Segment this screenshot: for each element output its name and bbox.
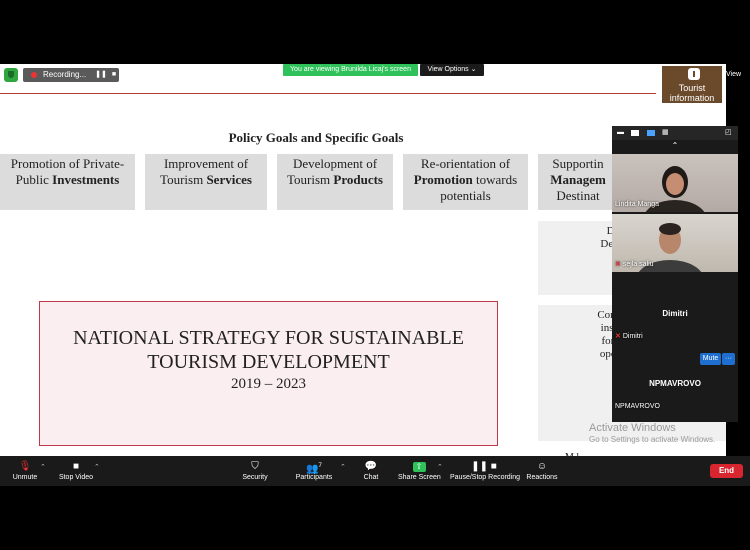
share-options-caret[interactable]: ⌃ [437, 463, 443, 471]
video-tile-dimitri[interactable]: Dimitri ✕ Dimitri [612, 286, 738, 344]
single-view-icon[interactable] [631, 130, 639, 136]
strip-view-icon[interactable] [647, 130, 655, 136]
smiley-icon: ☺ [536, 461, 548, 472]
mic-muted-icon: 🎙 [18, 461, 32, 472]
strategy-line2: TOURISM DEVELOPMENT [147, 351, 390, 373]
participant-avatar-name: Dimitri [662, 309, 688, 318]
participant-avatar-name: NPMAVROVO [649, 379, 701, 388]
video-tile-sejla[interactable]: ✕ sejla saliu [612, 214, 738, 272]
participants-count: 7 [318, 463, 322, 469]
strategy-years: 2019 – 2023 [231, 376, 306, 392]
participant-name: NPMAVROVO [615, 403, 660, 410]
goal-box-services: Improvement of Tourism Services [145, 154, 267, 210]
grid-view-icon[interactable]: ▦ [662, 129, 669, 137]
mute-participant-button[interactable]: Mute [700, 353, 721, 365]
collapse-up-icon[interactable]: ⌃ [612, 140, 738, 152]
security-button[interactable]: ⛉ Security [238, 456, 272, 486]
participant-name: Lindita Manga [615, 201, 659, 208]
muted-mic-icon: ✕ [615, 261, 621, 268]
participants-icon: 👥 [306, 463, 319, 475]
expand-panel-icon[interactable]: ◰ [725, 129, 732, 137]
goal-box-products: Development of Tourism Products [277, 154, 393, 210]
reactions-button[interactable]: ☺ Reactions [526, 456, 558, 486]
logo-line1: Tourist [678, 83, 706, 93]
recording-label: Recording... [43, 70, 87, 79]
pause-stop-icon: ❚❚ ■ [471, 461, 497, 472]
video-tile-lindita[interactable]: Lindita Manga [612, 154, 738, 212]
share-screen-button[interactable]: ⇧ Share Screen [398, 456, 441, 486]
stop-recording-icon[interactable]: ■ [109, 68, 119, 82]
slide-header-rule [0, 93, 656, 94]
logo-line2: information [669, 93, 715, 103]
muted-mic-icon: ✕ [615, 333, 621, 340]
participant-name: sejla saliu [622, 261, 654, 268]
recording-dot-icon [31, 72, 37, 78]
stop-video-button[interactable]: ■ Stop Video [56, 456, 96, 486]
view-button[interactable]: View [726, 70, 750, 80]
goal-box-management: Supportin Managem Destinat [538, 154, 618, 210]
participants-video-panel: ▬ ▦ ◰ ⌃ Lindita Manga ✕ sejla saliu Dimi… [612, 126, 738, 422]
chat-button[interactable]: 💬 Chat [358, 456, 384, 486]
chat-bubble-icon: 💬 [364, 461, 378, 472]
goal-box-promotion: Re-orientation of Promotion towards pote… [403, 154, 528, 210]
pause-stop-recording-button[interactable]: ❚❚ ■ Pause/Stop Recording [450, 456, 520, 486]
participants-button[interactable]: 👥7 Participants [292, 456, 336, 486]
end-meeting-button[interactable]: End [710, 464, 743, 478]
video-options-caret[interactable]: ⌃ [94, 463, 100, 471]
more-options-button[interactable]: ··· [722, 353, 735, 365]
info-i-icon [688, 68, 700, 80]
participant-name: Dimitri [622, 333, 643, 340]
strategy-line1: NATIONAL STRATEGY FOR SUSTAINABLE [73, 327, 464, 349]
audio-options-caret[interactable]: ⌃ [40, 463, 46, 471]
meeting-controls-bar: 🎙 Unmute ⌃ ■ Stop Video ⌃ ⛉ Security 👥7 … [0, 456, 750, 486]
viewing-screen-banner: You are viewing Brunilda Licaj's screen [283, 64, 418, 76]
recording-indicator: Recording... ❚❚ ■ [23, 68, 119, 82]
participants-options-caret[interactable]: ⌃ [340, 463, 346, 471]
minimize-icon[interactable]: ▬ [617, 129, 624, 137]
video-camera-icon: ■ [72, 461, 80, 472]
shield-icon: ⛉ [251, 461, 259, 472]
tourist-information-logo: Tourist information [660, 64, 724, 105]
unmute-button[interactable]: 🎙 Unmute [8, 456, 42, 486]
activate-windows-watermark: Activate Windows Go to Settings to activ… [589, 422, 716, 444]
panel-toolbar: ▬ ▦ ◰ [612, 126, 738, 140]
pause-recording-icon[interactable]: ❚❚ [95, 68, 107, 82]
slide-heading: Policy Goals and Specific Goals [228, 130, 404, 145]
goal-box-investments: Promotion of Private- Public Investments [0, 154, 135, 210]
share-screen-icon: ⇧ [412, 462, 426, 472]
strategy-title-box: NATIONAL STRATEGY FOR SUSTAINABLE TOURIS… [39, 301, 498, 446]
zoom-meeting-window: Tourist information Policy Goals and Spe… [0, 0, 750, 550]
security-shield-icon[interactable] [4, 68, 18, 82]
view-options-button[interactable]: View Options ⌄ [420, 64, 484, 76]
